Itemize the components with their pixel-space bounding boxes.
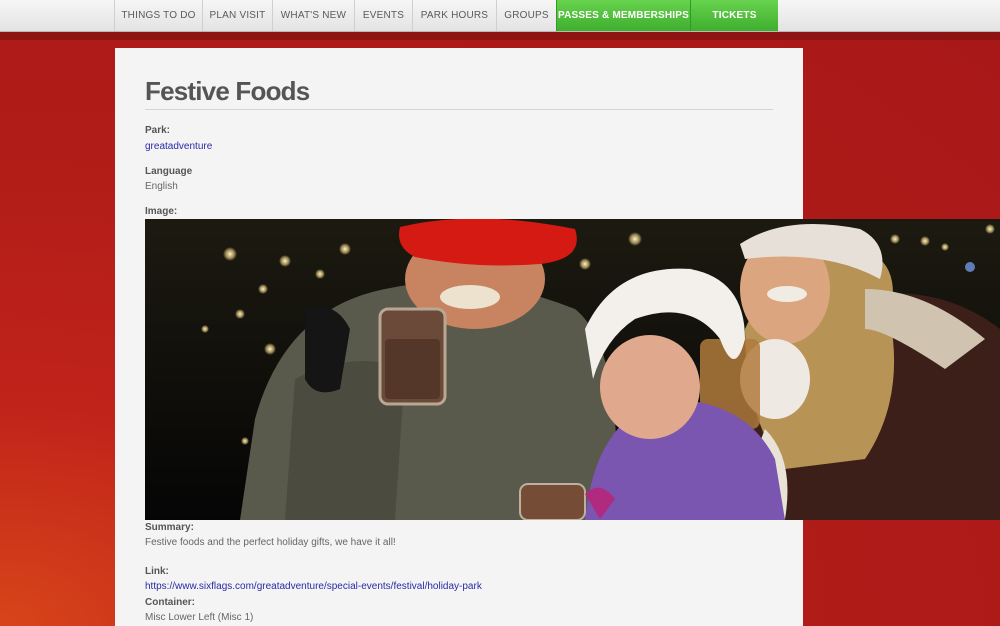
top-nav-bar: THINGS TO DO PLAN VISIT WHAT'S NEW EVENT…: [0, 0, 1000, 32]
language-label: Language: [145, 166, 193, 177]
language-value: English: [145, 181, 178, 192]
nav-whats-new[interactable]: WHAT'S NEW: [272, 0, 354, 31]
nav-tickets[interactable]: TICKETS: [690, 0, 778, 31]
photo-illustration: [145, 219, 1000, 520]
page-title: Festive Foods: [145, 76, 310, 106]
nav-passes-memberships[interactable]: PASSES & MEMBERSHIPS: [556, 0, 690, 31]
nav-groups[interactable]: GROUPS: [496, 0, 556, 31]
link-label: Link:: [145, 566, 169, 577]
image-label: Image:: [145, 206, 178, 217]
park-link[interactable]: greatadventure: [145, 141, 212, 152]
event-link[interactable]: https://www.sixflags.com/greatadventure/…: [145, 581, 482, 592]
park-label: Park:: [145, 125, 171, 136]
nav-events[interactable]: EVENTS: [354, 0, 412, 31]
summary-value: Festive foods and the perfect holiday gi…: [145, 537, 396, 548]
summary-label: Summary:: [145, 522, 194, 533]
container-value: Misc Lower Left (Misc 1): [145, 612, 254, 623]
header-shadow-band: [0, 32, 1000, 40]
family-holiday-photo: [145, 219, 1000, 520]
nav-plan-visit[interactable]: PLAN VISIT: [202, 0, 272, 31]
nav-things-to-do[interactable]: THINGS TO DO: [114, 0, 202, 31]
main-nav: THINGS TO DO PLAN VISIT WHAT'S NEW EVENT…: [114, 0, 778, 31]
nav-park-hours[interactable]: PARK HOURS: [412, 0, 496, 31]
container-label: Container:: [145, 597, 195, 608]
title-divider: [145, 109, 773, 110]
